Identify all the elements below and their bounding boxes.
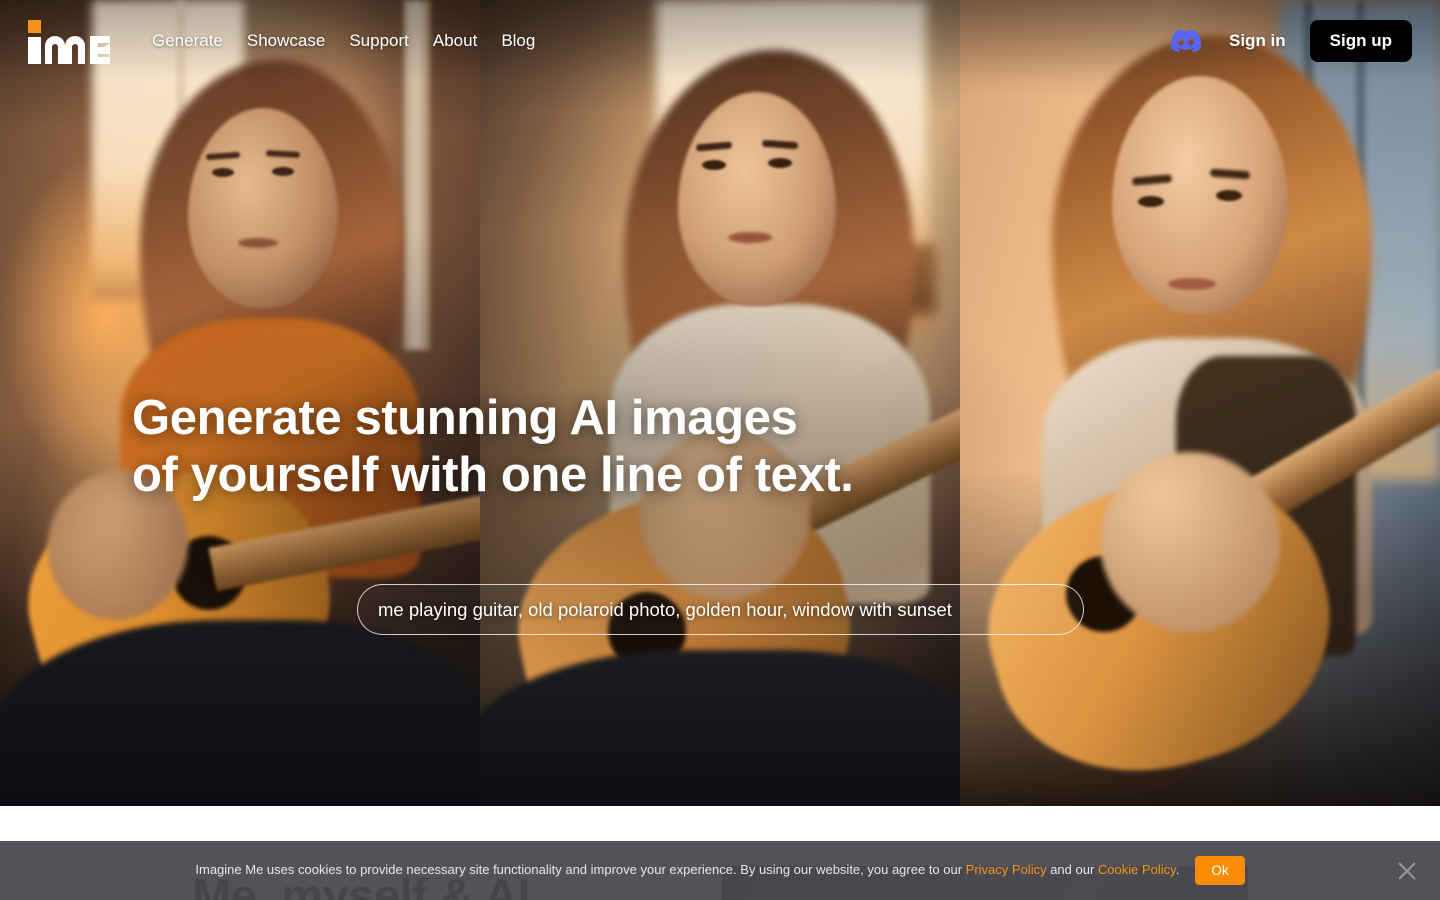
cookie-consent-banner: Imagine Me uses cookies to provide neces…	[0, 841, 1440, 900]
cookie-text-part-1: Imagine Me uses cookies to provide neces…	[195, 862, 966, 878]
cookie-consent-text: Imagine Me uses cookies to provide neces…	[195, 862, 1179, 879]
nav-item-support[interactable]: Support	[337, 25, 421, 57]
cookie-policy-link[interactable]: Cookie Policy	[1098, 862, 1176, 877]
hero-section: Generate stunning AI images of yourself …	[0, 0, 1440, 806]
cookie-text-part-2: and our	[1046, 862, 1098, 878]
primary-nav: Generate Showcase Support About Blog	[140, 25, 547, 57]
prompt-input-value: me playing guitar, old polaroid photo, g…	[378, 598, 952, 620]
privacy-policy-link[interactable]: Privacy Policy	[966, 862, 1047, 877]
nav-item-blog[interactable]: Blog	[489, 25, 547, 57]
brand-logo[interactable]	[28, 18, 112, 64]
cookie-accept-button[interactable]: Ok	[1195, 856, 1245, 885]
hero-headline: Generate stunning AI images of yourself …	[132, 390, 854, 504]
me-logo-icon	[28, 20, 110, 64]
nav-item-about[interactable]: About	[421, 25, 489, 57]
hero-content: Generate stunning AI images of yourself …	[0, 0, 1440, 806]
top-navigation-bar: Generate Showcase Support About Blog Sig…	[0, 0, 1440, 82]
close-icon	[1398, 861, 1416, 880]
nav-item-generate[interactable]: Generate	[140, 25, 235, 57]
hero-headline-line-1: Generate stunning AI images	[132, 391, 798, 445]
nav-item-showcase[interactable]: Showcase	[235, 25, 337, 57]
cookie-text-part-3: .	[1175, 862, 1180, 878]
discord-icon[interactable]	[1171, 26, 1201, 56]
cookie-close-button[interactable]	[1396, 860, 1418, 882]
nav-actions: Sign in Sign up	[1171, 20, 1412, 62]
hero-headline-line-2: of yourself with one line of text.	[132, 447, 854, 502]
sign-up-button[interactable]: Sign up	[1309, 20, 1412, 62]
sign-in-link[interactable]: Sign in	[1215, 25, 1300, 57]
prompt-input[interactable]: me playing guitar, old polaroid photo, g…	[357, 584, 1084, 635]
